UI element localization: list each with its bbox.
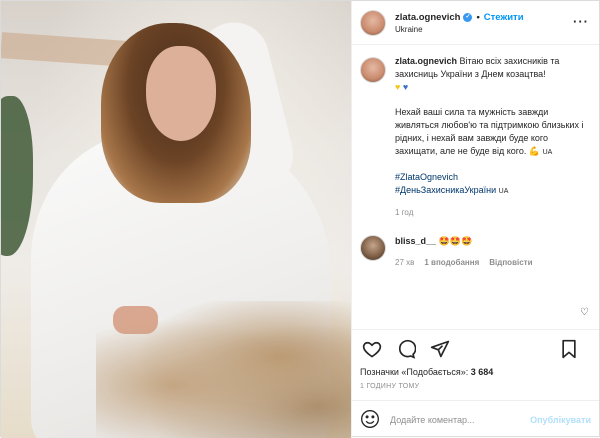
hashtag-den-zakhysnyka[interactable]: #ДеньЗахисникаУкраїни [395, 185, 496, 195]
post-side-panel: zlata.ognevich ✓ • Стежити Ukraine ··· z… [351, 1, 599, 438]
comment-time[interactable]: 27 хв [395, 256, 414, 269]
likes-prefix: Позначки «Подобається»: [360, 367, 469, 377]
post-location[interactable]: Ukraine [395, 25, 524, 34]
likes-summary[interactable]: Позначки «Подобається»: 3 684 [352, 367, 599, 377]
bookmark-icon[interactable] [557, 337, 581, 361]
author-username[interactable]: zlata.ognevich [395, 12, 460, 23]
flexed-biceps-icon: 💪 [528, 146, 541, 156]
comment-likes[interactable]: 1 вподобання [424, 256, 479, 269]
publish-button[interactable]: Опублікувати [530, 415, 591, 425]
post-date[interactable]: 1 ГОДИНУ ТОМУ [352, 377, 599, 390]
photo-face [146, 46, 216, 141]
reply-button[interactable]: Відповісти [489, 256, 532, 269]
post-photo[interactable] [1, 1, 351, 438]
hashtag-zlataognevich[interactable]: #ZlataOgnevich [395, 171, 591, 184]
caption-time[interactable]: 1 год [395, 208, 591, 217]
comment-like-heart-icon[interactable]: ♡ [580, 307, 589, 318]
verified-icon: ✓ [463, 12, 473, 22]
heart-icon[interactable] [360, 337, 384, 361]
action-bar [352, 329, 599, 367]
blue-heart-icon: ♥ [402, 82, 409, 92]
emoji-icon[interactable] [360, 409, 380, 431]
caption-paragraph: Нехай ваші сила та мужність завжди живля… [395, 107, 584, 156]
comment-icon[interactable] [394, 337, 418, 361]
caption-translate-mark: UA [542, 149, 553, 156]
comment-item: bliss_d__ 🤩🤩🤩 27 хв 1 вподобання Відпові… [360, 235, 591, 269]
caption-author-username[interactable]: zlata.ognevich [395, 56, 457, 66]
likes-count[interactable]: 3 684 [471, 367, 494, 377]
comment-input[interactable] [390, 414, 531, 425]
yellow-heart-icon: ♥ [395, 82, 401, 92]
caption: zlata.ognevich Вітаю всіх захисників та … [360, 55, 591, 198]
follow-button[interactable]: Стежити [484, 12, 524, 23]
commenter-avatar[interactable] [360, 235, 386, 261]
post-header: zlata.ognevich ✓ • Стежити Ukraine ··· [352, 1, 599, 45]
caption-author-avatar[interactable] [360, 57, 386, 83]
comments-area: zlata.ognevich Вітаю всіх захисників та … [352, 45, 599, 329]
photo-pampas-grass [96, 301, 351, 438]
instagram-post: zlata.ognevich ✓ • Стежити Ukraine ··· z… [0, 0, 600, 438]
comment-text: 🤩🤩🤩 [438, 236, 473, 246]
commenter-username[interactable]: bliss_d__ [395, 236, 436, 246]
more-options-icon[interactable]: ··· [573, 14, 589, 29]
caption-hearts: ♥ ♥ [395, 81, 591, 94]
add-comment-bar: Опублікувати [352, 400, 599, 438]
separator-dot: • [476, 11, 480, 23]
author-avatar[interactable] [360, 9, 386, 36]
share-icon[interactable] [428, 337, 452, 361]
hashtag-translate-mark: UA [498, 188, 509, 195]
author-info: zlata.ognevich ✓ • Стежити Ukraine [395, 12, 524, 34]
